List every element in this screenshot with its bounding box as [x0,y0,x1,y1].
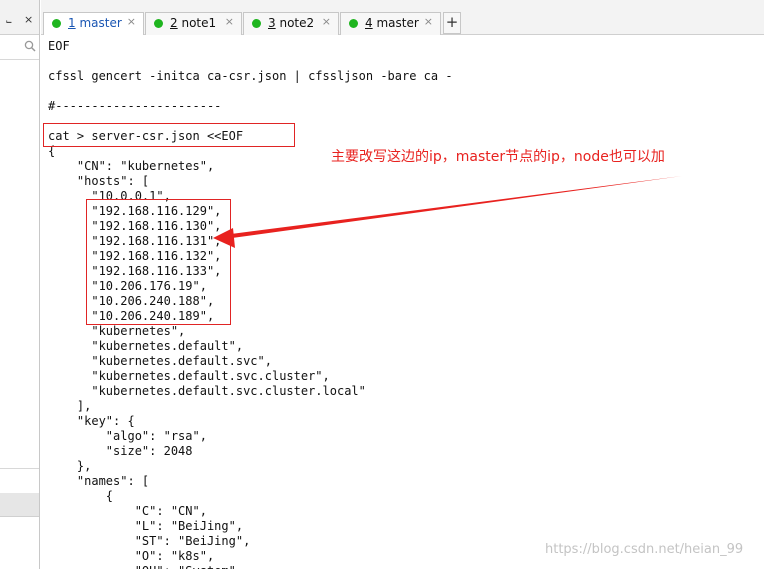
tab-label: 1 master [68,16,122,30]
side-panel-row-selected[interactable] [0,493,39,517]
code-line[interactable]: #----------------------- [48,99,453,114]
code-line[interactable]: "kubernetes", [48,324,453,339]
code-line[interactable]: "L": "BeiJing", [48,519,453,534]
code-line[interactable]: EOF [48,39,453,54]
tab-3-note2[interactable]: 3 note2 × [243,12,339,35]
tab-label: 3 note2 [268,16,315,30]
code-line[interactable]: "OU": "System" [48,564,453,569]
code-line[interactable]: "kubernetes.default", [48,339,453,354]
pin-icon[interactable]: ⨽ [6,16,12,26]
status-dot-icon [349,19,358,28]
tab-close-icon[interactable]: × [127,15,136,28]
highlight-box-ip-list [86,199,231,325]
code-line[interactable]: "hosts": [ [48,174,453,189]
status-dot-icon [52,19,61,28]
new-tab-button[interactable]: + [443,12,461,34]
code-line[interactable] [48,84,453,99]
code-line[interactable]: { [48,489,453,504]
tab-label: 2 note1 [170,16,217,30]
highlight-box-cat-command [43,123,295,147]
code-line[interactable]: "algo": "rsa", [48,429,453,444]
tab-close-icon[interactable]: × [225,15,234,28]
code-line[interactable]: ], [48,399,453,414]
code-line[interactable]: "kubernetes.default.svc.cluster", [48,369,453,384]
side-panel-search[interactable] [0,35,39,60]
code-line[interactable] [48,54,453,69]
side-panel-header: ⨽ × [0,0,39,35]
code-line[interactable]: }, [48,459,453,474]
watermark: https://blog.csdn.net/heian_99 [545,542,744,557]
tab-bar: 1 master × 2 note1 × 3 note2 × 4 master … [41,0,764,36]
close-icon[interactable]: × [24,14,33,25]
code-line[interactable]: "ST": "BeiJing", [48,534,453,549]
code-line[interactable]: "key": { [48,414,453,429]
code-line[interactable]: "kubernetes.default.svc", [48,354,453,369]
tab-close-icon[interactable]: × [424,15,433,28]
code-line[interactable]: "size": 2048 [48,444,453,459]
code-line[interactable]: "names": [ [48,474,453,489]
code-line[interactable]: "O": "k8s", [48,549,453,564]
status-dot-icon [154,19,163,28]
side-panel-row[interactable] [0,468,39,494]
tab-close-icon[interactable]: × [322,15,331,28]
status-dot-icon [252,19,261,28]
search-icon[interactable] [24,40,36,52]
tab-label: 4 master [365,16,419,30]
code-line[interactable]: "kubernetes.default.svc.cluster.local" [48,384,453,399]
tab-4-master[interactable]: 4 master × [340,12,441,35]
tab-1-master[interactable]: 1 master × [43,12,144,36]
side-panel: ⨽ × [0,0,40,569]
annotation-text: 主要改写这边的ip，master节点的ip，node也可以加 [331,149,665,165]
tab-2-note1[interactable]: 2 note1 × [145,12,242,35]
code-line[interactable]: "C": "CN", [48,504,453,519]
code-line[interactable]: cfssl gencert -initca ca-csr.json | cfss… [48,69,453,84]
